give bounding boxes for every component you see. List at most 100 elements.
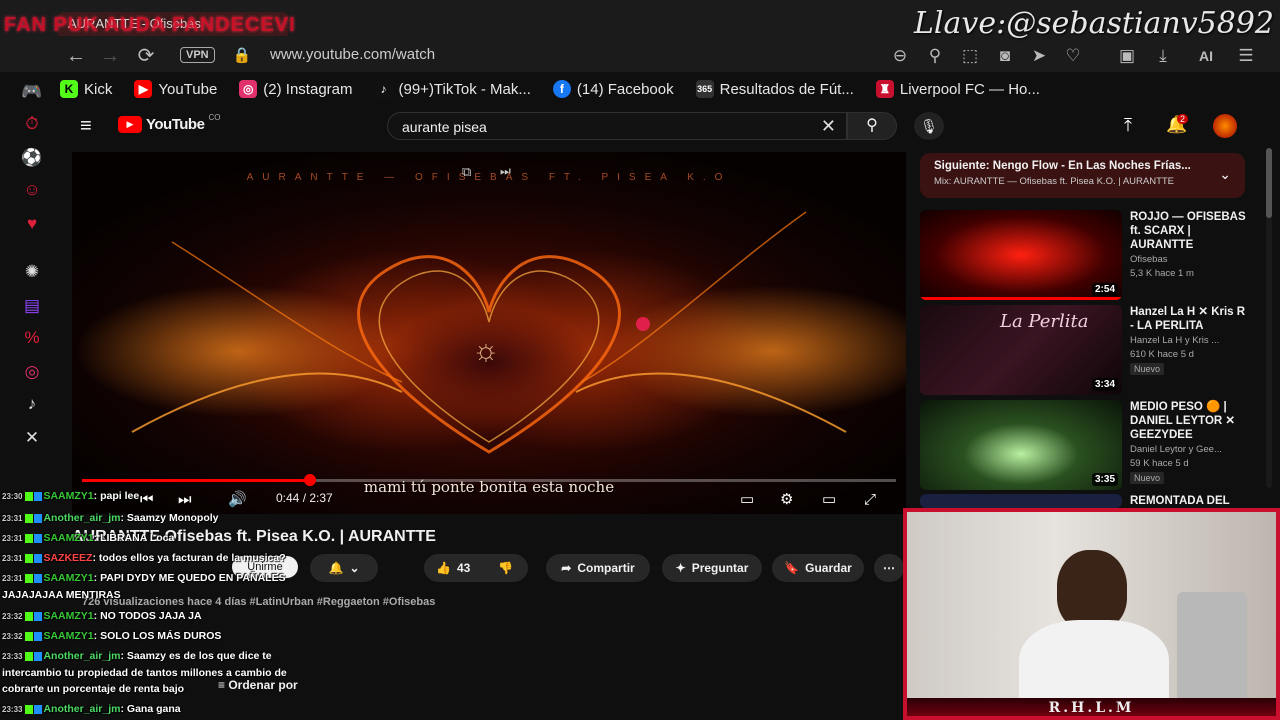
recommended-video[interactable]: La Perlita 3:34 Hanzel La H ✕ Kris R - L…: [920, 305, 1250, 397]
up-next-panel[interactable]: Siguiente: Ñengo Flow - En Las Noches Fr…: [920, 153, 1245, 198]
video-player[interactable]: AURANTTE — OFISEBAS FT. PISEA K.O ⧉ ⏭ ☼ …: [72, 152, 906, 514]
chat-text: : NO TODOS JAJA JA: [93, 610, 202, 622]
bookmark-label: YouTube: [158, 80, 218, 98]
menu-icon[interactable]: ☰: [1234, 44, 1258, 68]
scrollbar-thumb[interactable]: [1266, 148, 1272, 218]
pip-icon[interactable]: ⧉: [462, 164, 471, 180]
youtube-logo[interactable]: ▶ YouTube CO: [118, 113, 220, 133]
hamburger-icon[interactable]: ≡: [80, 115, 92, 138]
search-input[interactable]: aurante pisea: [402, 119, 487, 135]
tiktok-icon: ♪: [374, 80, 393, 98]
video-thumbnail[interactable]: 2:54: [920, 210, 1122, 300]
percent-icon[interactable]: %: [20, 326, 44, 350]
mask-icon[interactable]: ☺: [20, 178, 44, 202]
video-thumbnail[interactable]: [920, 494, 1122, 508]
extension-icon[interactable]: ▣: [1115, 44, 1139, 68]
channel-name[interactable]: Ofisebas: [1130, 254, 1248, 265]
screenshot-icon[interactable]: ⬚: [958, 44, 982, 68]
heart-badge-icon[interactable]: ♥: [20, 212, 44, 236]
back-icon[interactable]: ←: [64, 44, 88, 68]
chat-username: SAAMZY1: [43, 610, 94, 622]
heart-icon[interactable]: ♡: [1061, 44, 1085, 68]
channel-name[interactable]: Daniel Leytor y Gee...: [1130, 444, 1248, 455]
video-thumbnail[interactable]: 3:35: [920, 400, 1122, 490]
bookmark-liverpool[interactable]: ♜ Liverpool FC — Ho...: [875, 76, 1040, 102]
chat-message: 23:30 SAAMZY1: papi lee: [2, 490, 139, 502]
chat-timestamp: 23:31: [2, 574, 23, 583]
chat-text: JAJAJAJAA MENTIRAS: [2, 589, 121, 601]
bookmark-youtube[interactable]: ▶ YouTube: [134, 76, 217, 102]
search-button[interactable]: ⚲: [847, 112, 897, 140]
video-thumbnail[interactable]: La Perlita 3:34: [920, 305, 1122, 395]
subscriber-badge-icon: [34, 573, 43, 583]
fullscreen-icon[interactable]: ⤢: [864, 491, 876, 508]
bookmark-tiktok[interactable]: ♪ (99+)TikTok - Mak...: [374, 76, 531, 102]
settings-icon[interactable]: ⚙: [780, 490, 793, 508]
search-box[interactable]: aurante pisea ✕: [387, 112, 847, 140]
zoom-out-icon[interactable]: ⊖: [888, 44, 912, 68]
vpn-badge[interactable]: VPN: [180, 47, 215, 63]
chatgpt-icon[interactable]: ✺: [20, 260, 44, 284]
browser-sidebar: 🎮 ⏱ ⚽ ☺ ♥ ✺ ▤ % ◎ ♪ ✕: [0, 72, 62, 492]
chat-message: intercambio tu propiedad de tantos millo…: [2, 667, 287, 679]
kick-badge-icon: [25, 533, 34, 543]
chat-text: cobrarte un porcentaje de renta bajo: [2, 683, 185, 695]
kick-icon: K: [60, 80, 78, 98]
avatar[interactable]: [1213, 114, 1237, 138]
upload-icon[interactable]: ⤒: [1124, 115, 1132, 136]
share-button[interactable]: ➦ Compartir: [546, 554, 650, 582]
lock-icon[interactable]: 🔒: [230, 44, 254, 68]
ai-label: AI: [1199, 48, 1213, 64]
more-actions-button[interactable]: ⋯: [874, 554, 904, 582]
theater-icon[interactable]: ▭: [822, 490, 836, 508]
captions-icon[interactable]: ▭: [740, 490, 754, 508]
bookmark-resultados[interactable]: 365 Resultados de Fút...: [695, 76, 854, 102]
ball-icon[interactable]: ⚽: [20, 146, 44, 170]
up-next-title: Siguiente: Ñengo Flow - En Las Noches Fr…: [934, 160, 1191, 172]
recommended-video[interactable]: 2:54 ROJJO — OFISEBAS ft. SCARX | AURANT…: [920, 210, 1250, 302]
clear-search-icon[interactable]: ✕: [821, 116, 836, 137]
recommended-video[interactable]: 3:35 MEDIO PESO 🟠 | DANIEL LEYTOR ✕ GEEZ…: [920, 400, 1250, 492]
chair: [1177, 592, 1247, 702]
bookmark-instagram[interactable]: ◎ (2) Instagram: [239, 76, 353, 102]
subscriber-badge-icon: [34, 491, 43, 501]
facebook-icon: f: [552, 80, 571, 98]
watched-progress: [920, 297, 1122, 300]
like-button[interactable]: 👍 43 👎: [424, 554, 528, 582]
timer-icon[interactable]: ⏱: [20, 112, 44, 136]
x-icon[interactable]: ✕: [20, 426, 44, 450]
bookmark-facebook[interactable]: f (14) Facebook: [552, 76, 674, 102]
send-icon[interactable]: ➤: [1027, 44, 1051, 68]
recommended-title[interactable]: MEDIO PESO 🟠 | DANIEL LEYTOR ✕ GEEZYDEE: [1130, 400, 1248, 442]
progress-handle[interactable]: [303, 474, 316, 486]
address-bar[interactable]: www.youtube.com/watch: [270, 46, 435, 63]
recommended-title[interactable]: Hanzel La H ✕ Kris R - LA PERLITA: [1130, 305, 1248, 333]
bookmark-kick[interactable]: K Kick: [60, 76, 112, 102]
search-icon: ⚲: [866, 117, 878, 134]
voice-search-icon[interactable]: 🎙: [914, 112, 944, 140]
ask-button[interactable]: ✦ Preguntar: [662, 554, 762, 582]
download-icon[interactable]: ⤓: [1151, 44, 1175, 68]
gamepad-icon[interactable]: 🎮: [20, 80, 44, 104]
pin-icon[interactable]: ⚲: [923, 44, 947, 68]
pocket-icon[interactable]: ◙: [993, 44, 1017, 68]
chevron-down-icon[interactable]: ⌄: [1219, 166, 1231, 183]
chat-message: 23:32 SAAMZY1: NO TODOS JAJA JA: [2, 610, 202, 622]
save-button[interactable]: 🔖 Guardar: [772, 554, 864, 582]
skip-icon[interactable]: ⏭: [500, 164, 511, 179]
recommended-title[interactable]: REMONTADA DEL: [1130, 494, 1248, 508]
chat-timestamp: 23:30: [2, 492, 23, 501]
twitch-icon[interactable]: ▤: [20, 294, 44, 318]
ai-button[interactable]: AI: [1186, 44, 1226, 68]
progress-bar[interactable]: [82, 474, 896, 486]
forward-icon[interactable]: →: [98, 44, 122, 68]
reload-icon[interactable]: ⟳: [134, 44, 158, 68]
chat-message: JAJAJAJAA MENTIRAS: [2, 589, 121, 601]
tiktok-sidebar-icon[interactable]: ♪: [20, 392, 44, 416]
recommended-title[interactable]: ROJJO — OFISEBAS ft. SCARX | AURANTTE: [1130, 210, 1248, 252]
scrollbar[interactable]: [1266, 148, 1272, 488]
channel-name[interactable]: Hanzel La H y Kris ...: [1130, 335, 1248, 346]
bookmark-label: Kick: [84, 80, 113, 98]
video-meta: 59 K hace 5 d: [1130, 458, 1189, 469]
instagram-sidebar-icon[interactable]: ◎: [20, 360, 44, 384]
